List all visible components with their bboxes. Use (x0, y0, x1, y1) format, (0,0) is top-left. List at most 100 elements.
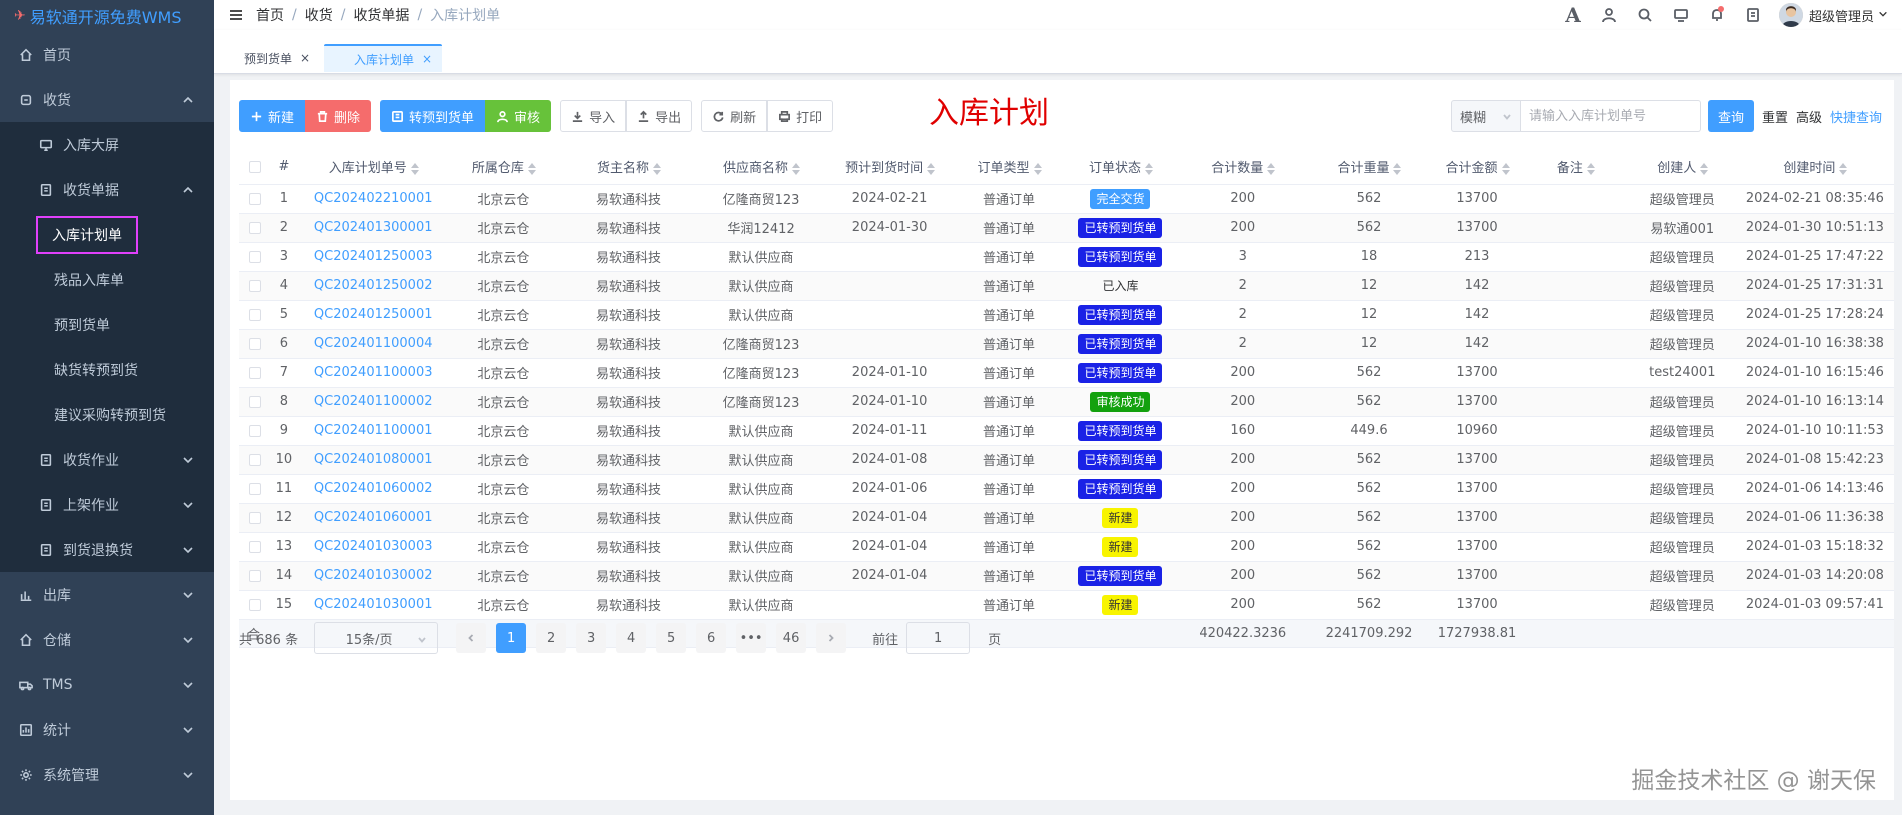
row-checkbox[interactable] (239, 416, 271, 446)
sidebar-item-return-exchange[interactable]: 到货退换货 (0, 527, 214, 572)
app-logo[interactable]: ✈ 易软通开源免费WMS (0, 0, 214, 32)
sidebar-item-putaway-task[interactable]: 上架作业 (0, 482, 214, 527)
row-checkbox[interactable] (239, 590, 271, 620)
col-header-eta[interactable]: 预计到货时间 (822, 150, 957, 185)
select-all-checkbox[interactable] (239, 150, 271, 185)
table-row[interactable]: 2 QC202401300001 北京云仓 易软通科技 华润12412 2024-01-3… (239, 213, 1894, 243)
row-checkbox[interactable] (239, 213, 271, 243)
col-header-status[interactable]: 订单状态 (1061, 150, 1180, 185)
sort-icon[interactable] (792, 162, 801, 175)
row-checkbox[interactable] (239, 329, 271, 359)
sidebar-item-home[interactable]: 首页 (0, 32, 214, 77)
breadcrumb-item[interactable]: 收货 (305, 5, 333, 25)
plan-no-link[interactable]: QC202401100003 (314, 365, 433, 380)
audit-button[interactable]: 审核 (485, 100, 552, 132)
sort-icon[interactable] (1700, 162, 1709, 175)
sort-icon[interactable] (410, 162, 419, 175)
plan-no-link[interactable]: QC202401080001 (314, 452, 433, 467)
table-row[interactable]: 4 QC202401250002 北京云仓 易软通科技 默认供应商 普通订单 已入库 2 12 1… (239, 271, 1894, 301)
plan-no-link[interactable]: QC202401100002 (314, 394, 433, 409)
sort-icon[interactable] (927, 162, 936, 175)
page-number[interactable]: 4 (616, 623, 647, 653)
plan-no-link[interactable]: QC202401250002 (314, 278, 433, 293)
col-header-qty[interactable]: 合计数量 (1179, 150, 1306, 185)
sidebar-item-receive-docs[interactable]: 收货单据 (0, 167, 214, 212)
sidebar-item-receive-task[interactable]: 收货作业 (0, 437, 214, 482)
table-row[interactable]: 8 QC202401100002 北京云仓 易软通科技 亿隆商贸123 2024-01-1… (239, 387, 1894, 417)
close-icon[interactable]: × (300, 51, 310, 65)
plan-no-link[interactable]: QC202401300001 (314, 220, 433, 235)
table-row[interactable]: 6 QC202401100004 北京云仓 易软通科技 亿隆商贸123 普通订单 已转预到货… (239, 329, 1894, 359)
sidebar-item-system[interactable]: 系统管理 (0, 752, 214, 797)
row-checkbox[interactable] (239, 242, 271, 272)
next-page-button[interactable] (816, 623, 847, 653)
table-row[interactable]: 14 QC202401030002 北京云仓 易软通科技 默认供应商 2024-01-04… (239, 561, 1894, 591)
breadcrumb-item[interactable]: 首页 (256, 5, 284, 25)
font-size-icon[interactable]: A (1555, 0, 1591, 30)
sort-icon[interactable] (1144, 162, 1153, 175)
sort-icon[interactable] (527, 162, 536, 175)
col-header-created-at[interactable]: 创建时间 (1735, 150, 1894, 185)
row-checkbox[interactable] (239, 503, 271, 533)
page-number[interactable]: 2 (536, 623, 567, 653)
col-header-order-type[interactable]: 订单类型 (956, 150, 1062, 185)
import-button[interactable]: 导入 (560, 100, 627, 132)
plan-no-link[interactable]: QC202401100001 (314, 423, 433, 438)
sidebar-item-outbound[interactable]: 出库 (0, 572, 214, 617)
plan-no-link[interactable]: QC202401060001 (314, 510, 433, 525)
query-button[interactable]: 查询 (1707, 100, 1754, 132)
col-header-owner[interactable]: 货主名称 (557, 150, 700, 185)
sidebar-item-inbound-screen[interactable]: 入库大屏 (0, 122, 214, 167)
col-header-remark[interactable]: 备注 (1521, 150, 1629, 185)
breadcrumb-item[interactable]: 收货单据 (353, 5, 409, 25)
page-number[interactable]: 6 (696, 623, 727, 653)
row-checkbox[interactable] (239, 445, 271, 475)
plan-no-link[interactable]: QC202401030002 (314, 568, 433, 583)
quick-query-link[interactable]: 快捷查询 (1830, 107, 1882, 126)
row-checkbox[interactable] (239, 387, 271, 417)
plan-no-link[interactable]: QC202401250003 (314, 249, 433, 264)
table-row[interactable]: 13 QC202401030003 北京云仓 易软通科技 默认供应商 2024-01-04… (239, 532, 1894, 562)
plan-no-link[interactable]: QC202401250001 (314, 307, 433, 322)
sort-icon[interactable] (1586, 162, 1595, 175)
sort-icon[interactable] (1839, 162, 1848, 175)
page-number[interactable]: 3 (576, 623, 607, 653)
goto-page-input[interactable]: 1 (906, 622, 971, 654)
page-number[interactable]: 5 (656, 623, 687, 653)
avatar[interactable] (1778, 3, 1803, 27)
close-icon[interactable]: × (422, 52, 432, 66)
page-size-select[interactable]: 15条/页 (314, 622, 439, 654)
sidebar-item-receive[interactable]: 收货 (0, 77, 214, 122)
row-checkbox[interactable] (239, 358, 271, 388)
sidebar-item-stats[interactable]: 统计 (0, 707, 214, 752)
plan-no-link[interactable]: QC202402210001 (314, 191, 433, 206)
export-button[interactable]: 导出 (626, 100, 693, 132)
row-checkbox[interactable] (239, 184, 271, 214)
table-row[interactable]: 11 QC202401060002 北京云仓 易软通科技 默认供应商 2024-01-06… (239, 474, 1894, 504)
col-header-creator[interactable]: 创建人 (1628, 150, 1736, 185)
search-input[interactable] (1520, 100, 1701, 132)
username[interactable]: 超级管理员 (1809, 6, 1874, 25)
col-header-warehouse[interactable]: 所属仓库 (449, 150, 558, 185)
convert-button[interactable]: 转预到货单 (380, 100, 486, 132)
col-header-amount[interactable]: 合计金额 (1432, 150, 1522, 185)
plan-no-link[interactable]: QC202401030003 (314, 539, 433, 554)
document-icon[interactable] (1735, 0, 1771, 30)
print-button[interactable]: 打印 (767, 100, 834, 132)
screen-icon[interactable] (1663, 0, 1699, 30)
plan-no-link[interactable]: QC202401100004 (314, 336, 433, 351)
tag-pre-arrival[interactable]: 预到货单 × (214, 44, 321, 72)
sidebar-item-suggest-purchase[interactable]: 建议采购转预到货 (0, 392, 214, 437)
sidebar-item-defect-inbound[interactable]: 残品入库单 (0, 257, 214, 302)
table-row[interactable]: 3 QC202401250003 北京云仓 易软通科技 默认供应商 普通订单 已转预到货单 3… (239, 242, 1894, 272)
sidebar-item-tms[interactable]: TMS (0, 662, 214, 707)
refresh-button[interactable]: 刷新 (701, 100, 768, 132)
row-checkbox[interactable] (239, 561, 271, 591)
sidebar-item-pre-arrival[interactable]: 预到货单 (0, 302, 214, 347)
row-checkbox[interactable] (239, 300, 271, 330)
col-header-supplier[interactable]: 供应商名称 (699, 150, 823, 185)
bell-icon[interactable] (1699, 0, 1735, 30)
table-row[interactable]: 9 QC202401100001 北京云仓 易软通科技 默认供应商 2024-01-11 普… (239, 416, 1894, 446)
page-number[interactable]: 1 (496, 623, 527, 653)
sidebar-item-shortage-to-arrival[interactable]: 缺货转预到货 (0, 347, 214, 392)
